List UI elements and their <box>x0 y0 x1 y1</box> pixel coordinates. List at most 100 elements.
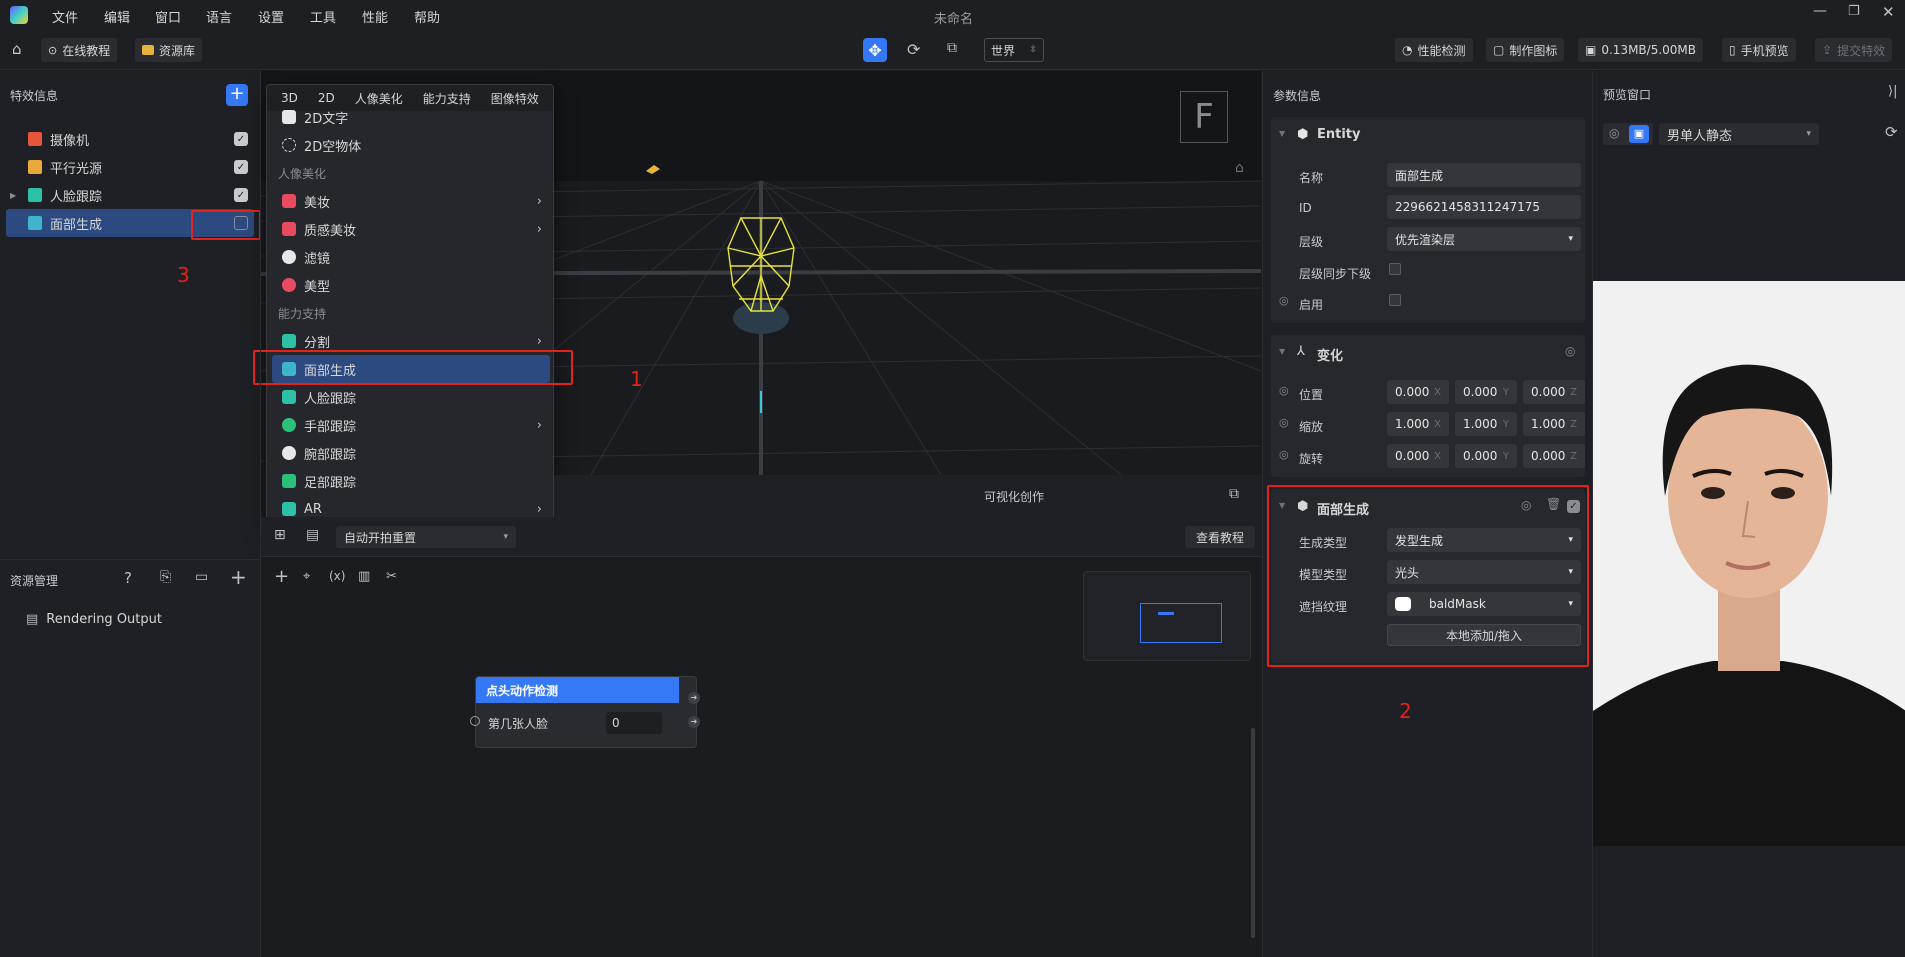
tree-item-directional-light[interactable]: 平行光源 ✓ <box>0 153 260 181</box>
menu-language[interactable]: 语言 <box>206 7 232 26</box>
auto-reset-select[interactable]: 自动开拍重置 ▾ <box>336 526 516 548</box>
restore-icon[interactable]: ❐ <box>1848 4 1860 19</box>
app-logo-icon <box>10 6 28 24</box>
expand-arrow-icon[interactable]: ▶ <box>10 191 28 200</box>
menu-item-reshape[interactable]: 美型 <box>268 271 558 299</box>
menu-item-wrist-tracking[interactable]: 腕部跟踪 <box>268 439 558 467</box>
rotate-tool-icon[interactable]: ⟳ <box>907 40 920 59</box>
visibility-checkbox[interactable]: ✓ <box>234 188 248 202</box>
scale-z-input[interactable]: 1.000 Z <box>1523 412 1585 436</box>
exec-out-port-icon[interactable]: ➜ <box>688 692 700 704</box>
rotation-y-input[interactable]: 0.000 Y <box>1455 444 1517 468</box>
online-tutorial-button[interactable]: ⊙ 在线教程 <box>41 38 118 62</box>
visibility-checkbox[interactable]: ✓ <box>234 160 248 174</box>
menu-window[interactable]: 窗口 <box>155 7 181 26</box>
asset-library-button[interactable]: 资源库 <box>135 38 203 62</box>
node-param-input[interactable]: 0 <box>606 712 662 734</box>
add-effect-button[interactable]: + <box>226 84 248 106</box>
menu-help[interactable]: 帮助 <box>414 7 440 26</box>
keyframe-icon[interactable]: ◎ <box>1279 384 1289 397</box>
view-tutorial-button[interactable]: 查看教程 <box>1185 526 1255 548</box>
new-folder-icon[interactable]: ▭ <box>195 569 208 585</box>
map-icon[interactable]: ▥ <box>358 569 370 584</box>
add-node-icon[interactable]: + <box>274 566 289 587</box>
value-out-port-icon[interactable]: ➜ <box>688 716 700 728</box>
submit-effect-button[interactable]: ⇪ 提交特效 <box>1815 38 1893 62</box>
scale-y-input[interactable]: 1.000 Y <box>1455 412 1517 436</box>
refresh-icon[interactable]: ⟳ <box>1885 123 1898 141</box>
menu-item-texture-makeup[interactable]: 质感美妆 › <box>268 215 558 243</box>
rotation-z-input[interactable]: 0.000 Z <box>1523 444 1585 468</box>
face-generation-icon <box>28 216 42 230</box>
space-select[interactable]: 世界 ⇳ <box>984 38 1044 62</box>
foot-icon <box>282 474 296 488</box>
keyframe-icon[interactable]: ◎ <box>1279 416 1289 429</box>
position-z-input[interactable]: 0.000 Z <box>1523 380 1585 404</box>
video-mode-icon[interactable]: ▣ <box>1629 125 1649 143</box>
menu-performance[interactable]: 性能 <box>362 7 388 26</box>
keyframe-icon[interactable]: ◎ <box>1279 294 1289 307</box>
graph-scrollbar[interactable] <box>1251 728 1255 938</box>
phone-preview-button[interactable]: ▯ 手机预览 <box>1722 38 1796 62</box>
sync-checkbox[interactable] <box>1389 263 1401 275</box>
asset-item-rendering-output[interactable]: ▤ Rendering Output <box>26 612 162 627</box>
tree-item-camera[interactable]: 摄像机 ✓ <box>0 125 260 153</box>
collapse-arrow-icon[interactable]: ▼ <box>1279 129 1285 138</box>
layer-select[interactable]: 优先渲染层 ▾ <box>1387 227 1581 251</box>
graph-node-nod-detect[interactable]: 点头动作检测 第几张人脸 0 <box>475 676 697 748</box>
menu-tools[interactable]: 工具 <box>310 7 336 26</box>
move-tool-icon[interactable]: ✥ <box>863 38 887 62</box>
menu-item-filter[interactable]: 滤镜 <box>268 243 558 271</box>
menu-item-2d-text[interactable]: 2D文字 <box>268 103 558 131</box>
panel-icon[interactable]: ▤ <box>306 527 319 543</box>
menu-item-makeup[interactable]: 美妆 › <box>268 187 558 215</box>
graph-minimap[interactable] <box>1083 571 1251 661</box>
variable-icon[interactable]: (x) <box>329 569 345 583</box>
camera-mode-icon[interactable]: ◎ <box>1609 126 1619 140</box>
import-file-icon[interactable]: ⎘ <box>160 569 171 585</box>
visibility-checkbox[interactable]: ✓ <box>234 132 248 146</box>
scale-tool-icon[interactable]: ⧉ <box>947 40 957 56</box>
position-x-input[interactable]: 0.000 X <box>1387 380 1449 404</box>
expand-icon[interactable]: ⧉ <box>1229 486 1239 502</box>
section-header-beauty: 人像美化 <box>278 167 327 181</box>
menu-edit[interactable]: 编辑 <box>104 7 130 26</box>
position-y-input[interactable]: 0.000 Y <box>1455 380 1517 404</box>
add-asset-icon[interactable]: + <box>230 565 247 589</box>
collapse-panel-icon[interactable]: ⟩| <box>1888 84 1897 99</box>
preview-mode-toggle[interactable]: ◎ ▣ <box>1603 123 1653 145</box>
perf-check-button[interactable]: ◔ 性能检测 <box>1395 38 1473 62</box>
menu-settings[interactable]: 设置 <box>258 7 284 26</box>
scale-x-input[interactable]: 1.000 X <box>1387 412 1449 436</box>
keyframe-icon[interactable]: ◎ <box>1279 448 1289 461</box>
menu-item-hand-tracking[interactable]: 手部跟踪 › <box>268 411 558 439</box>
preview-image <box>1593 281 1905 846</box>
reset-view-icon[interactable]: ⌂ <box>1235 160 1244 176</box>
preview-model-select[interactable]: 男单人静态 ▾ <box>1659 123 1819 145</box>
minimap-viewport[interactable] <box>1140 603 1222 643</box>
input-port-icon[interactable] <box>470 716 480 726</box>
view-gizmo[interactable]: F <box>1180 91 1228 143</box>
enable-checkbox[interactable] <box>1389 294 1401 306</box>
menu-item-2d-empty[interactable]: 2D空物体 <box>268 131 558 159</box>
node-layout-icon[interactable]: ⊞ <box>274 527 286 543</box>
home-icon[interactable]: ⌂ <box>12 40 22 58</box>
cut-icon[interactable]: ✂ <box>386 569 397 584</box>
minimize-icon[interactable]: — <box>1813 3 1827 19</box>
locate-icon[interactable]: ⌖ <box>303 569 310 584</box>
menu-item-foot-tracking[interactable]: 足部跟踪 <box>268 467 558 495</box>
close-icon[interactable]: ✕ <box>1882 3 1895 21</box>
add-keyframe-icon[interactable]: ◎ <box>1565 344 1575 358</box>
menu-item-face-tracking[interactable]: 人脸跟踪 <box>268 383 558 411</box>
node-graph-canvas[interactable]: + ⌖ (x) ▥ ✂ 点头动作检测 第几张人脸 0 ➜ ➜ <box>261 558 1261 957</box>
help-icon[interactable]: ? <box>124 569 132 587</box>
make-icon-button[interactable]: ▢ 制作图标 <box>1486 38 1565 62</box>
menu-file[interactable]: 文件 <box>52 7 78 26</box>
rotation-x-input[interactable]: 0.000 X <box>1387 444 1449 468</box>
name-input[interactable]: 面部生成 <box>1387 163 1581 187</box>
sync-label: 层级同步下级 <box>1299 267 1372 281</box>
collapse-arrow-icon[interactable]: ▼ <box>1279 347 1285 356</box>
menu-item-label: 质感美妆 <box>304 223 357 239</box>
tree-item-face-tracking[interactable]: ▶ 人脸跟踪 ✓ <box>0 181 260 209</box>
auto-reset-value: 自动开拍重置 <box>344 530 417 545</box>
